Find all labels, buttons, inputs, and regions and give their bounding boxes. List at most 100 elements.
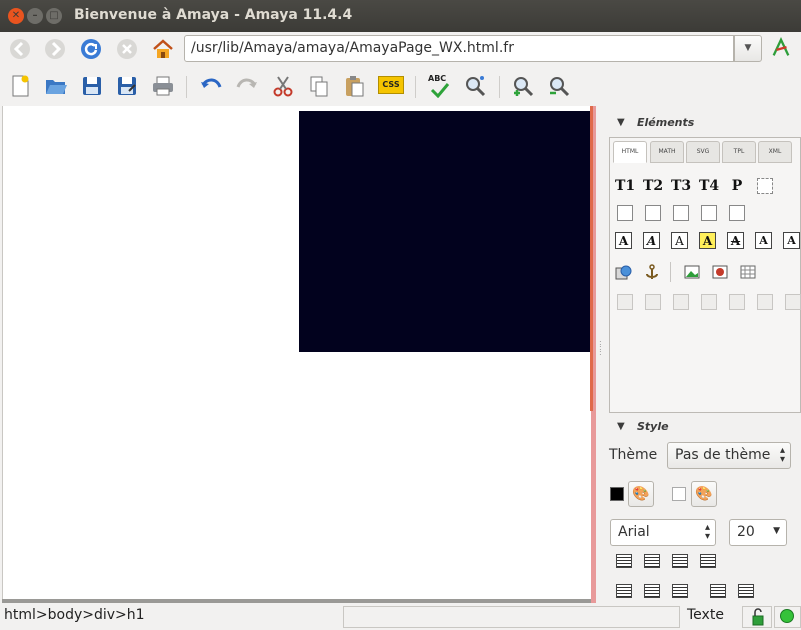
close-window-button[interactable]: ✕ [8, 8, 24, 24]
tab-xml[interactable]: XML [758, 141, 792, 163]
status-bar: html>body>div>h1 Texte [0, 604, 801, 629]
reload-icon[interactable] [79, 37, 103, 61]
save-as-icon[interactable] [115, 74, 139, 98]
image-icon[interactable] [683, 263, 701, 281]
object-icon[interactable] [711, 263, 729, 281]
superscript-button[interactable]: A [755, 232, 772, 249]
element-path[interactable]: html>body>div>h1 [0, 606, 340, 628]
navigation-bar: /usr/lib/Amaya/amaya/AmayaPage_WX.html.f… [0, 32, 801, 66]
bullet-list-icon[interactable] [617, 205, 633, 221]
heading-1-button[interactable]: T1 [615, 176, 635, 196]
align-left-icon[interactable] [616, 554, 632, 568]
table-row-icon [617, 294, 633, 310]
background-color-swatch[interactable] [672, 487, 686, 501]
url-input[interactable]: /usr/lib/Amaya/amaya/AmayaPage_WX.html.f… [184, 35, 734, 62]
theme-value: Pas de thème [675, 447, 771, 463]
connection-status-icon [774, 606, 801, 628]
table-split-icon [729, 294, 745, 310]
copy-icon[interactable] [307, 74, 331, 98]
numbered-list-icon[interactable] [645, 205, 661, 221]
scrollbar-thumb[interactable] [590, 106, 593, 411]
stop-icon[interactable] [115, 37, 139, 61]
link-globe-icon[interactable] [615, 263, 633, 281]
toolbar-separator [186, 76, 187, 98]
zoom-in-icon[interactable] [511, 74, 535, 98]
tab-svg[interactable]: SVG [686, 141, 720, 163]
css-icon[interactable]: CSS [378, 76, 404, 94]
back-icon[interactable] [8, 37, 32, 61]
select-element-icon[interactable] [757, 178, 773, 194]
document-view[interactable] [2, 106, 592, 599]
heading-4-button[interactable]: T4 [699, 176, 719, 196]
tab-math[interactable]: MATH [650, 141, 684, 163]
definition-icon[interactable] [729, 205, 745, 221]
background-palette-button[interactable]: 🎨 [691, 481, 717, 507]
strikethrough-button[interactable]: A [727, 232, 744, 249]
title-bar: ✕ – □ Bienvenue à Amaya - Amaya 11.4.4 [0, 0, 801, 32]
heading-2-button[interactable]: T2 [643, 176, 663, 196]
line-spacing-double-icon[interactable] [672, 584, 688, 598]
redo-icon[interactable] [235, 74, 259, 98]
forward-icon[interactable] [43, 37, 67, 61]
elements-box: HTML MATH SVG TPL XML T1 T2 T3 T4 P A A … [609, 137, 801, 413]
tab-template[interactable]: TPL [722, 141, 756, 163]
new-document-icon[interactable] [8, 74, 32, 98]
line-spacing-medium-icon[interactable] [644, 584, 660, 598]
tab-html[interactable]: HTML [613, 141, 647, 163]
anchor-icon[interactable] [643, 263, 661, 281]
panel-splitter[interactable]: ::: [599, 339, 603, 370]
url-dropdown-button[interactable]: ▼ [734, 35, 762, 62]
chevron-down-icon: ▼ [773, 526, 780, 536]
line-spacing-single-icon[interactable] [616, 584, 632, 598]
zoom-out-icon[interactable] [547, 74, 571, 98]
spellcheck-icon[interactable]: ABC [428, 74, 452, 98]
lock-icon[interactable] [742, 606, 772, 628]
definition-term-icon[interactable] [701, 205, 717, 221]
save-icon[interactable] [80, 74, 104, 98]
paragraph-button[interactable]: P [727, 176, 747, 196]
outdent-icon[interactable] [738, 584, 754, 598]
find-replace-icon[interactable] [463, 74, 487, 98]
subscript-button[interactable]: A [783, 232, 800, 249]
indent-icon[interactable] [710, 584, 726, 598]
code-text-button[interactable]: A [671, 232, 688, 249]
table-delete-icon [757, 294, 773, 310]
highlight-text-button[interactable]: A [699, 232, 716, 249]
bold-text-button[interactable]: A [615, 232, 632, 249]
minimize-window-button[interactable]: – [27, 8, 43, 24]
collapse-arrow-icon[interactable]: ▼ [617, 421, 625, 432]
open-folder-icon[interactable] [44, 74, 68, 98]
table-cell-icon [673, 294, 689, 310]
spinner-arrows-icon: ▴ ▾ [704, 522, 710, 542]
window-title: Bienvenue à Amaya - Amaya 11.4.4 [74, 7, 353, 23]
style-section-title: Style [637, 420, 669, 433]
foreground-palette-button[interactable]: 🎨 [628, 481, 654, 507]
spinner-arrows-icon: ▴ ▾ [779, 445, 785, 465]
font-size-value: 20 [737, 524, 755, 540]
italic-text-button[interactable]: A [643, 232, 660, 249]
collapse-arrow-icon[interactable]: ▼ [617, 117, 625, 128]
undo-icon[interactable] [199, 74, 223, 98]
tools-panel: ▼ Eléments HTML MATH SVG TPL XML T1 T2 T… [606, 106, 801, 606]
font-family-value: Arial [618, 524, 650, 540]
table-caption-icon [785, 294, 801, 310]
table-icon[interactable] [739, 263, 757, 281]
heading-3-button[interactable]: T3 [671, 176, 691, 196]
font-size-select[interactable]: 20 ▼ [729, 519, 787, 546]
paste-icon[interactable] [342, 74, 366, 98]
align-center-icon[interactable] [644, 554, 660, 568]
print-icon[interactable] [151, 74, 175, 98]
foreground-color-swatch[interactable] [610, 487, 624, 501]
cut-icon[interactable] [271, 74, 295, 98]
edit-mode-label: Texte [687, 607, 724, 623]
align-justify-icon[interactable] [700, 554, 716, 568]
font-family-select[interactable]: Arial ▴ ▾ [610, 519, 716, 546]
theme-select[interactable]: Pas de thème ▴ ▾ [667, 442, 791, 469]
toolbar-separator [415, 76, 416, 98]
align-right-icon[interactable] [672, 554, 688, 568]
horizontal-scrollbar[interactable] [2, 599, 591, 603]
table-merge-icon [701, 294, 717, 310]
maximize-window-button[interactable]: □ [46, 8, 62, 24]
definition-list-icon[interactable] [673, 205, 689, 221]
home-icon[interactable] [151, 37, 175, 61]
